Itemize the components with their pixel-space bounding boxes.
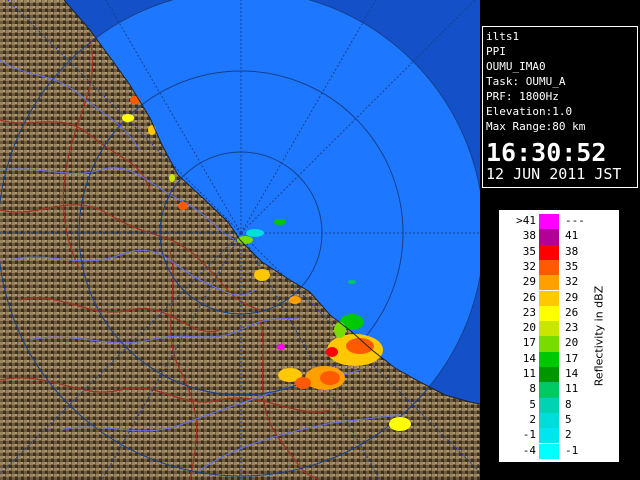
legend-high-label: --- — [565, 214, 585, 227]
legend-high-label: 5 — [565, 412, 572, 426]
legend-high-label: 2 — [565, 428, 572, 442]
legend-high-label: 26 — [565, 305, 579, 319]
legend-color-swatch — [539, 367, 559, 383]
legend-high-label: 29 — [565, 290, 579, 304]
legend-low-label: 32 — [522, 259, 536, 273]
max-range-value: Max Range:80 km — [486, 120, 586, 133]
legend-high-label: 11 — [565, 382, 579, 396]
legend-low-label: 29 — [522, 275, 536, 289]
echo-cell-south-core — [320, 371, 340, 385]
legend-high-label: 41 — [565, 229, 579, 243]
legend-high-label: 38 — [565, 244, 579, 258]
legend-high-label: 8 — [565, 397, 572, 411]
legend-color-swatch — [539, 321, 559, 337]
legend-high-label: 32 — [565, 275, 579, 289]
scan-date: 12 JUN 2011 JST — [486, 165, 622, 183]
scan-mode: PPI — [486, 45, 506, 58]
legend-low-label: -1 — [522, 428, 536, 442]
legend-color-swatch — [539, 305, 559, 322]
prf-value: PRF: 1800Hz — [486, 90, 559, 103]
radar-info-box: ilts1 PPI OUMU_IMA0 Task: OUMU_A PRF: 18… — [482, 26, 638, 188]
legend-high-label: 20 — [565, 336, 579, 350]
radar-ppi-display — [0, 0, 480, 480]
legend-color-swatch — [539, 244, 559, 260]
legend-color-swatch — [539, 214, 559, 230]
legend-low-label: 23 — [522, 305, 536, 319]
legend-color-swatch — [539, 259, 559, 276]
reflectivity-legend: >41 --- 38 41 35 38 32 35 29 32 26 29 23 26 20 23 17 20 14… — [499, 210, 619, 462]
legend-color-swatch — [539, 397, 559, 413]
legend-high-label: 35 — [565, 259, 579, 273]
echo-north-coast — [130, 96, 140, 104]
echo-north-coast-2 — [122, 114, 134, 122]
legend-low-label: >41 — [516, 214, 536, 227]
echo-cell-main-red — [346, 338, 374, 354]
legend-low-label: 26 — [522, 290, 536, 304]
product-name: OUMU_IMA0 — [486, 60, 546, 73]
echo-coast-5 — [178, 202, 188, 210]
echo-inland-yellow — [389, 417, 411, 431]
task-name: Task: OUMU_A — [486, 75, 566, 88]
legend-high-label: 23 — [565, 321, 579, 335]
legend-color-swatch — [539, 290, 559, 306]
echo-coast-7 — [289, 296, 301, 304]
legend-low-label: 38 — [522, 229, 536, 243]
legend-low-label: 14 — [522, 351, 536, 365]
legend-low-label: 35 — [522, 244, 536, 258]
echo-magenta — [277, 344, 285, 350]
legend-high-label: -1 — [565, 443, 579, 457]
legend-low-label: -4 — [522, 443, 536, 457]
legend-color-swatch — [539, 443, 559, 459]
legend-color-swatch — [539, 336, 559, 352]
echo-cell-main-core — [326, 347, 338, 357]
legend-title: Reflectivity in dBZ — [592, 285, 606, 387]
echo-green-sw — [334, 322, 346, 338]
legend-color-swatch — [539, 428, 559, 444]
legend-color-swatch — [539, 229, 559, 245]
legend-low-label: 11 — [522, 367, 536, 380]
legend-color-swatch — [539, 412, 559, 429]
legend-low-label: 2 — [529, 412, 536, 426]
info-panel: ilts1 PPI OUMU_IMA0 Task: OUMU_A PRF: 18… — [480, 0, 640, 480]
legend-high-label: 14 — [565, 367, 579, 380]
legend-low-label: 5 — [529, 397, 536, 411]
station-name: ilts1 — [486, 30, 520, 43]
legend-color-swatch — [539, 351, 559, 367]
legend-low-label: 8 — [529, 382, 536, 396]
echo-coast-6 — [254, 269, 270, 281]
legend-high-label: 17 — [565, 351, 579, 365]
echo-cell-west-2 — [295, 377, 311, 389]
elevation-value: Elevation:1.0 — [486, 105, 573, 118]
legend-low-label: 17 — [522, 336, 536, 350]
echo-coast-4 — [169, 174, 175, 182]
echo-sea-8 — [348, 280, 356, 284]
scan-time: 16:30:52 — [486, 138, 607, 167]
legend-low-label: 20 — [522, 321, 536, 335]
legend-row: -4 -1 — [499, 443, 619, 461]
echo-sea-small-2 — [274, 219, 286, 225]
legend-color-swatch — [539, 275, 559, 291]
legend-color-swatch — [539, 382, 559, 398]
echo-sea-small — [246, 229, 264, 237]
